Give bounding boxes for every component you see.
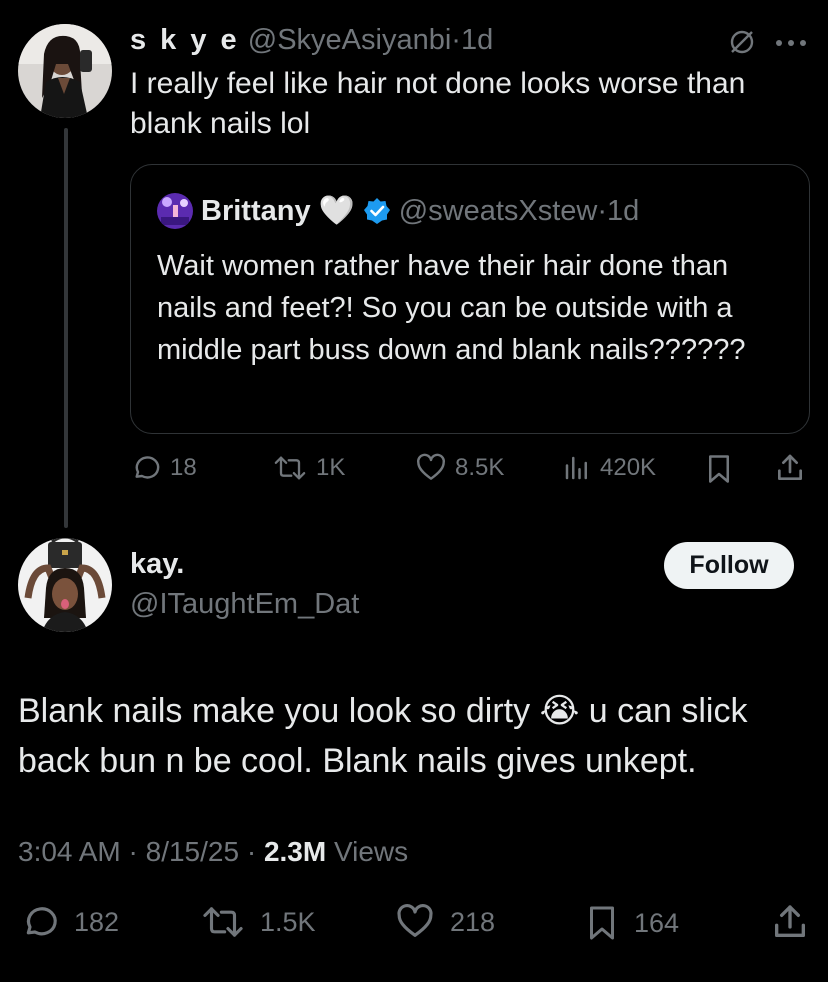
share-icon: [775, 905, 805, 937]
meta-separator: ·: [128, 836, 138, 867]
tweet2-views-label: Views: [333, 836, 409, 867]
heart-icon: [417, 453, 445, 480]
meta-separator: ·: [246, 836, 257, 867]
repost-icon: [274, 456, 306, 480]
grok-icon[interactable]: [728, 28, 756, 56]
tweet2-action-bar: 182 1.5K 218 164: [0, 900, 828, 948]
white-heart-emoji: 🤍: [318, 195, 355, 227]
tweet1-reply-button[interactable]: 18: [130, 452, 197, 484]
quoted-tweet[interactable]: Brittany 🤍 @sweatsXstew·1d Wait women ra…: [130, 164, 810, 434]
tweet2-text: Blank nails make you look so dirty 😭 u c…: [18, 686, 808, 786]
tweet1-text: I really feel like hair not done looks w…: [130, 67, 746, 140]
verified-badge-icon: [363, 197, 391, 225]
crying-face-emoji: 😭: [539, 692, 580, 730]
tweet2-share-button[interactable]: [770, 902, 810, 942]
avatar-kay[interactable]: [18, 538, 112, 632]
heart-icon: [397, 904, 433, 937]
quoted-handle[interactable]: @sweatsXstew·1d: [399, 193, 640, 229]
tweet2-reply-button[interactable]: 182: [20, 902, 119, 942]
tweet1-header: s k y e @SkyeAsiyanbi·1d: [130, 22, 493, 58]
tweet1-share-button[interactable]: [774, 452, 806, 484]
repost-icon: [203, 907, 243, 937]
tweet2-reply-count: 182: [74, 906, 120, 937]
tweet1-reply-count: 18: [170, 454, 197, 481]
tweet2-views-count: 2.3M: [263, 836, 327, 867]
tweet2-handle[interactable]: @ITaughtEm_Dat: [130, 588, 359, 621]
tweet2-repost-button[interactable]: 1.5K: [200, 902, 316, 942]
bookmark-icon: [590, 906, 614, 940]
tweet1-repost-button[interactable]: 1K: [272, 452, 345, 484]
tweet1-handle[interactable]: @SkyeAsiyanbi: [248, 24, 452, 56]
reply-icon: [135, 456, 160, 479]
tweet2-repost-count: 1.5K: [260, 906, 316, 937]
views-chart-icon: [565, 456, 587, 480]
more-options-icon[interactable]: [774, 36, 808, 48]
tweet2-time[interactable]: 3:04 AM: [18, 836, 121, 867]
tweet1-bookmark-button[interactable]: [704, 452, 734, 486]
tweet1-views-count: 420K: [600, 454, 657, 481]
quoted-tweet-text: Wait women rather have their hair done t…: [157, 250, 746, 366]
tweet2-meta: 3:04 AM · 8/15/25 · 2.3M Views: [18, 836, 408, 868]
reply-icon: [26, 907, 57, 936]
tweet2-bookmark-button[interactable]: 164: [584, 902, 679, 944]
tweet1-views-button[interactable]: 420K: [562, 452, 656, 484]
tweet1-like-button[interactable]: 8.5K: [415, 452, 504, 484]
avatar-skye[interactable]: [18, 24, 112, 118]
tweet1-separator: ·: [451, 24, 461, 56]
tweet1-display-name[interactable]: s k y e: [130, 24, 240, 56]
tweet1-action-bar: 18 1K 8.5K 420K: [0, 450, 828, 490]
share-icon: [778, 454, 802, 480]
tweet2-text-part1: Blank nails make you look so dirty: [18, 692, 531, 730]
tweet2-like-count: 218: [450, 906, 496, 937]
bookmark-icon: [709, 455, 729, 483]
follow-button[interactable]: Follow: [664, 542, 794, 589]
tweet1-time[interactable]: 1d: [461, 24, 493, 56]
avatar-brittany[interactable]: [157, 193, 193, 229]
tweet2-date[interactable]: 8/15/25: [146, 836, 239, 867]
tweet1-like-count: 8.5K: [455, 454, 505, 481]
tweet2-bookmark-count: 164: [634, 907, 680, 938]
tweet1-repost-count: 1K: [316, 454, 346, 481]
quoted-tweet-header: Brittany 🤍 @sweatsXstew·1d: [157, 193, 639, 229]
tweet2-like-button[interactable]: 218: [394, 902, 495, 942]
quoted-display-name[interactable]: Brittany: [201, 193, 311, 229]
tweet2-display-name[interactable]: kay.: [130, 548, 184, 581]
